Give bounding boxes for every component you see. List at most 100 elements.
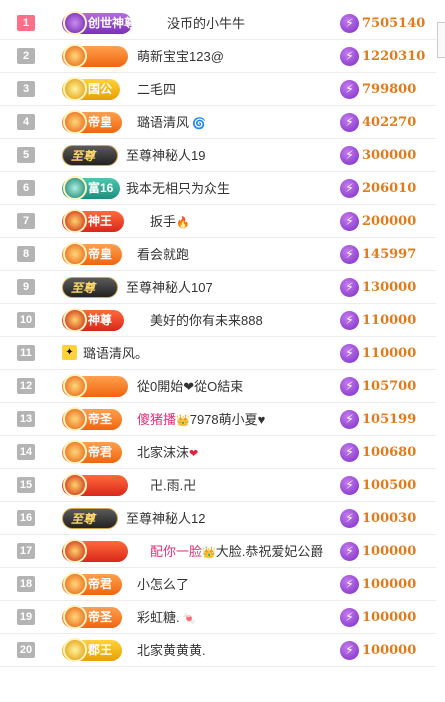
score-value: 100500 (362, 478, 417, 493)
badge-emblem-icon (63, 77, 87, 101)
badge-label: 富16 (88, 181, 114, 195)
user-name-text: 配你一脸 (150, 544, 203, 559)
badge-emblem-icon (63, 308, 87, 332)
badge-label: 神尊 (88, 313, 113, 327)
user-name-text: 北家沫沫 (137, 445, 190, 460)
user-name-text: 至尊神秘人107 (126, 280, 213, 295)
lightning-icon: ⚡ (340, 443, 359, 462)
user-name[interactable]: 看会就跑 (137, 246, 189, 263)
ranking-row[interactable]: 10 神尊 美好的你有未来888 ⚡ 110000 (0, 304, 436, 337)
ranking-row[interactable]: 17 配你一脸👑大脸.恭祝爱妃公爵 ⚡ 100000 (0, 535, 436, 568)
ranking-row[interactable]: 5 至尊 至尊神秘人19 ⚡ 300000 (0, 139, 436, 172)
badge-label: 帝圣 (88, 610, 113, 624)
ranking-row[interactable]: 8 帝皇 看会就跑 ⚡ 145997 (0, 238, 436, 271)
user-name[interactable]: 璐语清风 🌀 (137, 114, 206, 133)
user-name[interactable]: 彩虹糖. 🍬 (137, 609, 196, 628)
user-name[interactable]: 配你一脸👑大脸.恭祝爱妃公爵 (150, 543, 323, 562)
rank-number: 19 (17, 609, 35, 625)
user-name[interactable]: 至尊神秘人19 (126, 147, 205, 164)
badge-emblem-icon (63, 539, 87, 563)
ranking-row[interactable]: 11 ✦ 璐语清风。 ⚡ 110000 (0, 337, 436, 370)
noble-badge: 帝圣 (62, 605, 122, 629)
score-value: 105199 (362, 412, 417, 427)
user-name[interactable]: 從0開始❤從O結束 (137, 378, 243, 395)
badge-label: 帝君 (88, 445, 113, 459)
score-value: 100000 (362, 544, 417, 559)
badge-label: 至尊 (71, 149, 96, 163)
lightning-icon: ⚡ (340, 80, 359, 99)
rank-number: 7 (17, 213, 35, 229)
scrollbar[interactable] (437, 22, 445, 58)
level-icon: ✦ (62, 345, 77, 360)
rank-number: 8 (17, 246, 35, 262)
ranking-row[interactable]: 3 国公 二毛四 ⚡ 799800 (0, 73, 436, 106)
user-name[interactable]: 没币的小牛牛 (167, 15, 245, 32)
noble-badge (62, 44, 128, 68)
crown-icon: 👑 (202, 547, 216, 559)
score-value: 100000 (362, 610, 417, 625)
user-name-text: 小怎么了 (137, 577, 190, 592)
user-name-text: 看会就跑 (137, 247, 190, 262)
user-name[interactable]: 至尊神秘人12 (126, 510, 205, 527)
badge-emblem-icon (63, 440, 87, 464)
user-name[interactable]: 北家黄黄黄. (137, 642, 206, 659)
heart-icon: ❤ (189, 448, 199, 460)
badge-label: 郡王 (88, 643, 113, 657)
badge-label: 帝皇 (88, 247, 113, 261)
ranking-row[interactable]: 6 富16 我本无相只为众生 ⚡ 206010 (0, 172, 436, 205)
user-name-text: 至尊神秘人19 (126, 148, 206, 163)
score-value: 100680 (362, 445, 417, 460)
user-name[interactable]: 二毛四 (137, 81, 176, 98)
user-name-text: 二毛四 (137, 82, 177, 97)
ranking-row[interactable]: 16 至尊 至尊神秘人12 ⚡ 100030 (0, 502, 436, 535)
lightning-icon: ⚡ (340, 641, 359, 660)
rank-number: 16 (17, 510, 35, 526)
badge-label: 至尊 (71, 281, 96, 295)
rank-number: 9 (17, 279, 35, 295)
ranking-row[interactable]: 7 神王 扳手🔥 ⚡ 200000 (0, 205, 436, 238)
rank-number: 12 (17, 378, 35, 394)
ranking-row[interactable]: 13 帝圣 傻猪播👑7978萌小夏♥ ⚡ 105199 (0, 403, 436, 436)
lightning-icon: ⚡ (340, 14, 359, 33)
score-value: 100000 (362, 643, 417, 658)
user-name-text: 彩虹糖. (137, 610, 180, 625)
lightning-icon: ⚡ (340, 179, 359, 198)
ranking-row[interactable]: 4 帝皇 璐语清风 🌀 ⚡ 402270 (0, 106, 436, 139)
user-name[interactable]: 至尊神秘人107 (126, 279, 213, 296)
ranking-row[interactable]: 18 帝君 小怎么了 ⚡ 100000 (0, 568, 436, 601)
noble-badge: 至尊 (62, 508, 118, 529)
user-name[interactable]: 小怎么了 (137, 576, 189, 593)
user-name[interactable]: 美好的你有未来888 (150, 312, 263, 329)
ranking-row[interactable]: 1 创世神尊 没币的小牛牛 ⚡ 7505140 (0, 7, 436, 40)
user-name[interactable]: 扳手🔥 (150, 213, 190, 232)
decoration-icon: 🌀 (189, 118, 206, 130)
user-name-text: 美好的你有未来888 (150, 313, 263, 328)
ranking-row[interactable]: 2 萌新宝宝123@ ⚡ 1220310 (0, 40, 436, 73)
ranking-row[interactable]: 20 郡王 北家黄黄黄. ⚡ 100000 (0, 634, 436, 667)
lightning-icon: ⚡ (340, 542, 359, 561)
rank-number: 20 (17, 642, 35, 658)
badge-label: 帝圣 (88, 412, 113, 426)
user-name[interactable]: 我本无相只为众生 (126, 180, 230, 197)
user-name[interactable]: 傻猪播👑7978萌小夏♥ (137, 411, 265, 430)
noble-badge: 至尊 (62, 277, 118, 298)
ranking-row[interactable]: 9 至尊 至尊神秘人107 ⚡ 130000 (0, 271, 436, 304)
badge-emblem-icon (63, 572, 87, 596)
noble-badge: 神尊 (62, 308, 124, 332)
badge-emblem-icon (63, 242, 87, 266)
noble-badge: 帝皇 (62, 242, 122, 266)
ranking-row[interactable]: 19 帝圣 彩虹糖. 🍬 ⚡ 100000 (0, 601, 436, 634)
user-name[interactable]: 萌新宝宝123@ (137, 48, 224, 65)
noble-badge: 郡王 (62, 638, 122, 662)
badge-label: 帝皇 (88, 115, 113, 129)
lightning-icon: ⚡ (340, 47, 359, 66)
badge-emblem-icon (63, 110, 87, 134)
score-value: 145997 (362, 247, 417, 262)
user-name[interactable]: 璐语清风。 (83, 345, 148, 362)
ranking-row[interactable]: 14 帝君 北家沫沫❤ ⚡ 100680 (0, 436, 436, 469)
ranking-row[interactable]: 15 卍.雨.卍 ⚡ 100500 (0, 469, 436, 502)
ranking-row[interactable]: 12 從0開始❤從O結束 ⚡ 105700 (0, 370, 436, 403)
noble-badge: 帝君 (62, 572, 122, 596)
user-name[interactable]: 北家沫沫❤ (137, 444, 198, 463)
user-name[interactable]: 卍.雨.卍 (150, 477, 196, 494)
